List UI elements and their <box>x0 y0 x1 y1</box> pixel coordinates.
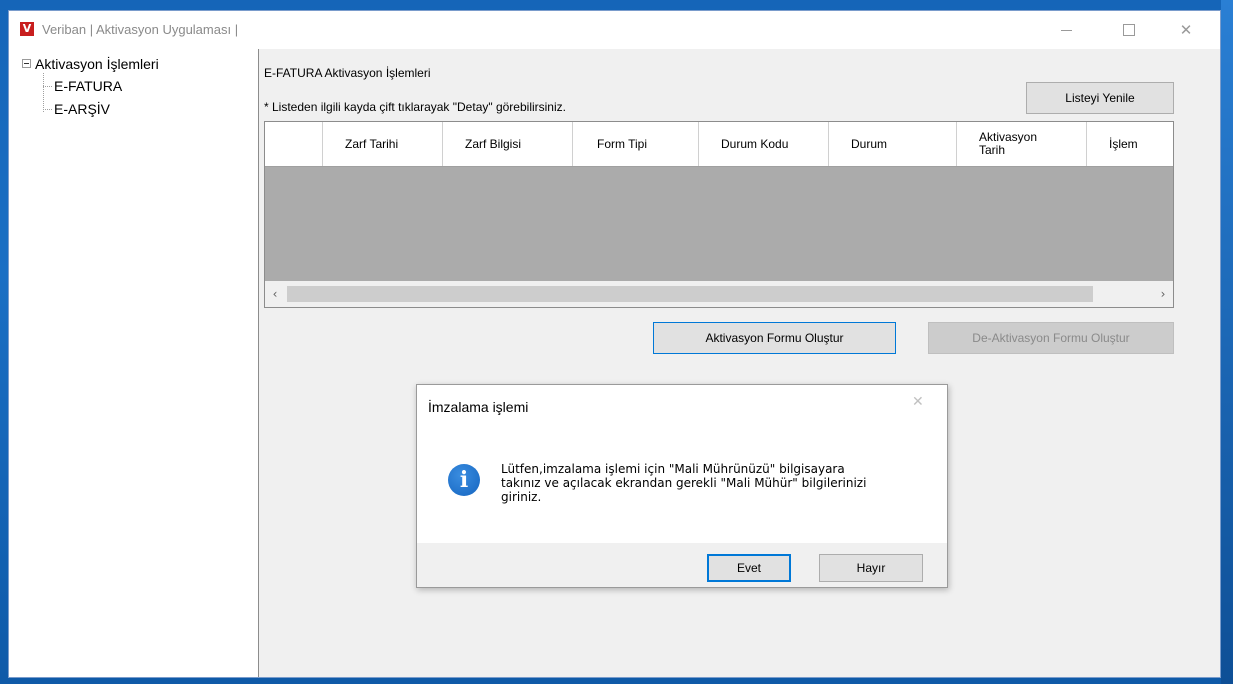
column-header-durum-kodu[interactable]: Durum Kodu <box>699 122 829 166</box>
refresh-list-button[interactable]: Listeyi Yenile <box>1026 82 1174 114</box>
column-header-select[interactable] <box>265 122 323 166</box>
grid-body[interactable] <box>265 167 1173 281</box>
maximize-icon <box>1123 24 1135 36</box>
dialog-close-icon[interactable]: ✕ <box>912 394 924 410</box>
create-activation-form-button[interactable]: Aktivasyon Formu Oluştur <box>653 322 896 354</box>
scroll-left-icon[interactable]: ‹ <box>265 281 285 307</box>
create-deactivation-form-button[interactable]: De-Aktivasyon Formu Oluştur <box>928 322 1174 354</box>
column-header-form-tipi[interactable]: Form Tipi <box>573 122 699 166</box>
column-header-zarf-tarihi[interactable]: Zarf Tarihi <box>323 122 443 166</box>
tree-item-e-arsiv[interactable]: E-ARŞİV <box>43 101 110 117</box>
close-icon: ✕ <box>1179 21 1193 39</box>
maximize-button[interactable] <box>1107 11 1151 49</box>
dialog-title: İmzalama işlemi <box>428 399 529 415</box>
collapse-icon[interactable] <box>22 59 31 68</box>
minimize-icon <box>1060 29 1072 31</box>
column-header-islem[interactable]: İşlem <box>1087 122 1173 166</box>
horizontal-scrollbar[interactable]: ‹ › <box>265 281 1173 307</box>
tree-root-aktivasyon-islemleri[interactable]: Aktivasyon İşlemleri <box>22 56 159 72</box>
dialog-message-line-1: Lütfen,imzalama işlemi için "Mali Mührün… <box>501 462 845 476</box>
grid-header: Zarf Tarihi Zarf Bilgisi Form Tipi Durum… <box>265 122 1173 167</box>
dialog-footer: Evet Hayır <box>417 543 947 587</box>
records-grid[interactable]: Zarf Tarihi Zarf Bilgisi Form Tipi Durum… <box>264 121 1174 308</box>
navigation-tree: Aktivasyon İşlemleri E-FATURA E-ARŞİV <box>9 49 259 677</box>
veriban-logo-icon: V <box>20 22 34 36</box>
dialog-message-line-2: takınız ve açılacak ekrandan gerekli "Ma… <box>501 476 867 490</box>
dialog-message-line-3: giriniz. <box>501 490 542 504</box>
dialog-message: Lütfen,imzalama işlemi için "Mali Mührün… <box>501 462 931 504</box>
desktop-background <box>1221 0 1233 684</box>
signing-dialog: İmzalama işlemi ✕ i Lütfen,imzalama işle… <box>416 384 948 588</box>
section-title: E-FATURA Aktivasyon İşlemleri <box>264 66 431 80</box>
tree-item-e-fatura[interactable]: E-FATURA <box>43 78 122 94</box>
column-header-zarf-bilgisi[interactable]: Zarf Bilgisi <box>443 122 573 166</box>
yes-button[interactable]: Evet <box>707 554 791 582</box>
column-header-aktivasyon-tarih-label: Aktivasyon Tarih <box>979 130 1038 157</box>
hint-text: * Listeden ilgili kayda çift tıklarayak … <box>264 100 566 114</box>
column-header-aktivasyon-tarih[interactable]: Aktivasyon Tarih <box>957 122 1087 166</box>
window-title: Veriban | Aktivasyon Uygulaması | <box>42 22 239 37</box>
scroll-thumb[interactable] <box>287 286 1093 302</box>
close-button[interactable]: ✕ <box>1164 11 1208 49</box>
info-icon: i <box>448 464 480 496</box>
minimize-button[interactable] <box>1044 11 1088 49</box>
column-header-durum[interactable]: Durum <box>829 122 957 166</box>
title-bar[interactable]: V Veriban | Aktivasyon Uygulaması | ✕ <box>9 11 1220 49</box>
tree-root-label: Aktivasyon İşlemleri <box>35 56 159 72</box>
scroll-right-icon[interactable]: › <box>1153 281 1173 307</box>
no-button[interactable]: Hayır <box>819 554 923 582</box>
